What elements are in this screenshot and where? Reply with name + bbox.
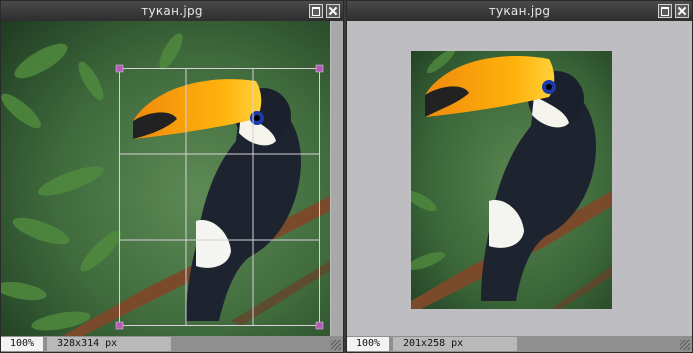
maximize-icon[interactable] [658, 4, 672, 18]
left-image-dimensions: 328x314 px [47, 337, 171, 351]
crop-handle-top-right [315, 64, 324, 73]
toucan-photo-cropping[interactable] [1, 21, 330, 337]
right-status-bar: 100% 201x258 px [347, 336, 692, 352]
close-icon[interactable] [326, 4, 340, 18]
crop-handle-bottom-right [315, 321, 324, 330]
right-canvas-area [347, 21, 692, 336]
resize-grip-icon[interactable] [680, 340, 690, 350]
crop-handle-top-left [115, 64, 124, 73]
right-image-window[interactable]: тукан.jpg 100% 201x258 px [346, 0, 693, 353]
crop-handle-bottom-left [115, 321, 124, 330]
left-zoom-level[interactable]: 100% [1, 337, 43, 351]
right-zoom-level[interactable]: 100% [347, 337, 389, 351]
left-window-title: тукан.jpg [141, 4, 203, 18]
left-title-bar[interactable]: тукан.jpg [1, 1, 343, 21]
toucan-image-right [411, 51, 612, 309]
left-canvas-area [1, 21, 343, 337]
crop-selection[interactable] [1, 21, 330, 337]
right-image-dimensions: 201x258 px [393, 337, 517, 351]
right-window-title: тукан.jpg [488, 4, 551, 18]
toucan-photo-cropped[interactable] [411, 51, 612, 309]
maximize-icon[interactable] [309, 4, 323, 18]
resize-grip-icon[interactable] [331, 340, 341, 350]
right-title-bar[interactable]: тукан.jpg [347, 1, 692, 21]
left-image-window[interactable]: тукан.jpg 100% 328x314 px [0, 0, 344, 353]
left-vertical-scrollbar[interactable] [331, 21, 343, 336]
left-status-bar: 100% 328x314 px [1, 336, 343, 352]
close-icon[interactable] [675, 4, 689, 18]
